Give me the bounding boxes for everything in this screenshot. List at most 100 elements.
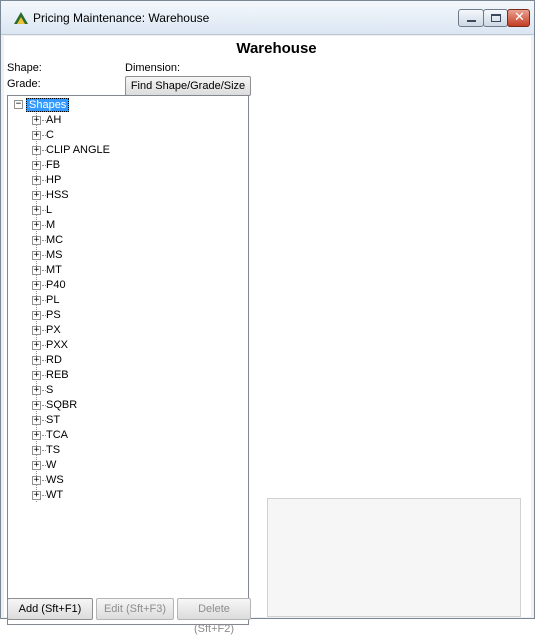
shapes-tree[interactable]: − Shapes + AH + C + CLIP ANGLE + FB + HP + HSS + L + M +… bbox=[7, 95, 249, 625]
tree-node[interactable]: + AH bbox=[32, 113, 232, 127]
expand-icon[interactable]: + bbox=[32, 176, 41, 185]
tree-node[interactable]: + S bbox=[32, 383, 232, 397]
expand-icon[interactable]: + bbox=[32, 416, 41, 425]
tree-node-label[interactable]: W bbox=[46, 458, 56, 472]
expand-icon[interactable]: + bbox=[32, 221, 41, 230]
tree-node-label[interactable]: PL bbox=[46, 293, 59, 307]
tree-node[interactable]: + FB bbox=[32, 158, 232, 172]
expand-icon[interactable]: + bbox=[32, 281, 41, 290]
app-logo-icon bbox=[14, 12, 28, 24]
collapse-icon[interactable]: − bbox=[14, 100, 23, 109]
expand-icon[interactable]: + bbox=[32, 476, 41, 485]
expand-icon[interactable]: + bbox=[32, 266, 41, 275]
delete-button[interactable]: Delete (Sft+F2) bbox=[177, 598, 251, 635]
tree-node[interactable]: + REB bbox=[32, 368, 232, 382]
expand-icon[interactable]: + bbox=[32, 116, 41, 125]
tree-node[interactable]: + WS bbox=[32, 473, 232, 487]
tree-node[interactable]: + WT bbox=[32, 488, 232, 502]
expand-icon[interactable]: + bbox=[32, 191, 41, 200]
expand-icon[interactable]: + bbox=[32, 356, 41, 365]
tree-node[interactable]: + MC bbox=[32, 233, 232, 247]
expand-icon[interactable]: + bbox=[32, 251, 41, 260]
expand-icon[interactable]: + bbox=[32, 341, 41, 350]
tree-node-label[interactable]: REB bbox=[46, 368, 69, 382]
expand-icon[interactable]: + bbox=[32, 206, 41, 215]
tree-node-label[interactable]: PX bbox=[46, 323, 61, 337]
edit-button[interactable]: Edit (Sft+F3) bbox=[96, 598, 174, 620]
expand-icon[interactable]: + bbox=[32, 236, 41, 245]
tree-node-label[interactable]: MT bbox=[46, 263, 62, 277]
expand-icon[interactable]: + bbox=[32, 296, 41, 305]
tree-node-label[interactable]: RD bbox=[46, 353, 62, 367]
expand-icon[interactable]: + bbox=[32, 491, 41, 500]
tree-node[interactable]: + TS bbox=[32, 443, 232, 457]
window-title: Pricing Maintenance: Warehouse bbox=[33, 11, 210, 25]
tree-node-label[interactable]: MS bbox=[46, 248, 63, 262]
tree-node-label[interactable]: L bbox=[46, 203, 52, 217]
tree-node[interactable]: + HP bbox=[32, 173, 232, 187]
find-shape-grade-size-button[interactable]: Find Shape/Grade/Size bbox=[125, 76, 251, 96]
tree-node[interactable]: + PL bbox=[32, 293, 232, 307]
tree-node-label[interactable]: P40 bbox=[46, 278, 66, 292]
page-heading: Warehouse bbox=[236, 40, 317, 57]
tree-node[interactable]: + CLIP ANGLE bbox=[32, 143, 232, 157]
tree-node[interactable]: + PX bbox=[32, 323, 232, 337]
tree-node-label[interactable]: CLIP ANGLE bbox=[46, 143, 110, 157]
tree-node[interactable]: + L bbox=[32, 203, 232, 217]
tree-node-label[interactable]: SQBR bbox=[46, 398, 77, 412]
tree-node-label[interactable]: PS bbox=[46, 308, 61, 322]
expand-icon[interactable]: + bbox=[32, 386, 41, 395]
tree-node-label[interactable]: M bbox=[46, 218, 55, 232]
expand-icon[interactable]: + bbox=[32, 311, 41, 320]
tree-node[interactable]: + TCA bbox=[32, 428, 232, 442]
expand-icon[interactable]: + bbox=[32, 401, 41, 410]
grade-label: Grade: bbox=[7, 78, 41, 90]
expand-icon[interactable]: + bbox=[32, 146, 41, 155]
expand-icon[interactable]: + bbox=[32, 131, 41, 140]
tree-root-label[interactable]: Shapes bbox=[26, 98, 70, 112]
tree-node[interactable]: + MT bbox=[32, 263, 232, 277]
tree-node-label[interactable]: MC bbox=[46, 233, 63, 247]
tree-node[interactable]: + PXX bbox=[32, 338, 232, 352]
tree-node-label[interactable]: HP bbox=[46, 173, 61, 187]
tree-node[interactable]: + PS bbox=[32, 308, 232, 322]
close-button[interactable]: ✕ bbox=[507, 9, 530, 27]
tree-node[interactable]: + C bbox=[32, 128, 232, 142]
tree-node-label[interactable]: FB bbox=[46, 158, 60, 172]
expand-icon[interactable]: + bbox=[32, 446, 41, 455]
maximize-icon bbox=[491, 14, 501, 22]
tree-node-label[interactable]: S bbox=[46, 383, 53, 397]
tree-node[interactable]: + RD bbox=[32, 353, 232, 367]
dimension-label: Dimension: bbox=[125, 62, 181, 74]
expand-icon[interactable]: + bbox=[32, 461, 41, 470]
app-window: Pricing Maintenance: Warehouse ✕ Warehou… bbox=[0, 0, 535, 635]
expand-icon[interactable]: + bbox=[32, 431, 41, 440]
tree-node[interactable]: + ST bbox=[32, 413, 232, 427]
tree-node-label[interactable]: ST bbox=[46, 413, 60, 427]
shape-label: Shape: bbox=[7, 62, 42, 74]
tree-node[interactable]: + P40 bbox=[32, 278, 232, 292]
expand-icon[interactable]: + bbox=[32, 161, 41, 170]
tree-node[interactable]: + W bbox=[32, 458, 232, 472]
tree-node-label[interactable]: PXX bbox=[46, 338, 68, 352]
tree-node-label[interactable]: AH bbox=[46, 113, 61, 127]
tree-node[interactable]: + SQBR bbox=[32, 398, 232, 412]
expand-icon[interactable]: + bbox=[32, 371, 41, 380]
minimize-icon bbox=[467, 20, 476, 22]
tree-node[interactable]: + MS bbox=[32, 248, 232, 262]
expand-icon[interactable]: + bbox=[32, 326, 41, 335]
close-icon: ✕ bbox=[514, 10, 525, 25]
minimize-button[interactable] bbox=[458, 9, 484, 27]
add-button[interactable]: Add (Sft+F1) bbox=[7, 598, 93, 620]
tree-node[interactable]: + HSS bbox=[32, 188, 232, 202]
maximize-button[interactable] bbox=[483, 9, 508, 27]
tree-node[interactable]: + M bbox=[32, 218, 232, 232]
tree-node-label[interactable]: C bbox=[46, 128, 54, 142]
tree-node-label[interactable]: HSS bbox=[46, 188, 69, 202]
tree-node-label[interactable]: WT bbox=[46, 488, 63, 502]
title-bar[interactable]: Pricing Maintenance: Warehouse ✕ bbox=[1, 1, 534, 35]
tree-node-label[interactable]: TS bbox=[46, 443, 60, 457]
tree-node-label[interactable]: WS bbox=[46, 473, 64, 487]
detail-panel bbox=[267, 498, 521, 617]
tree-node-label[interactable]: TCA bbox=[46, 428, 68, 442]
